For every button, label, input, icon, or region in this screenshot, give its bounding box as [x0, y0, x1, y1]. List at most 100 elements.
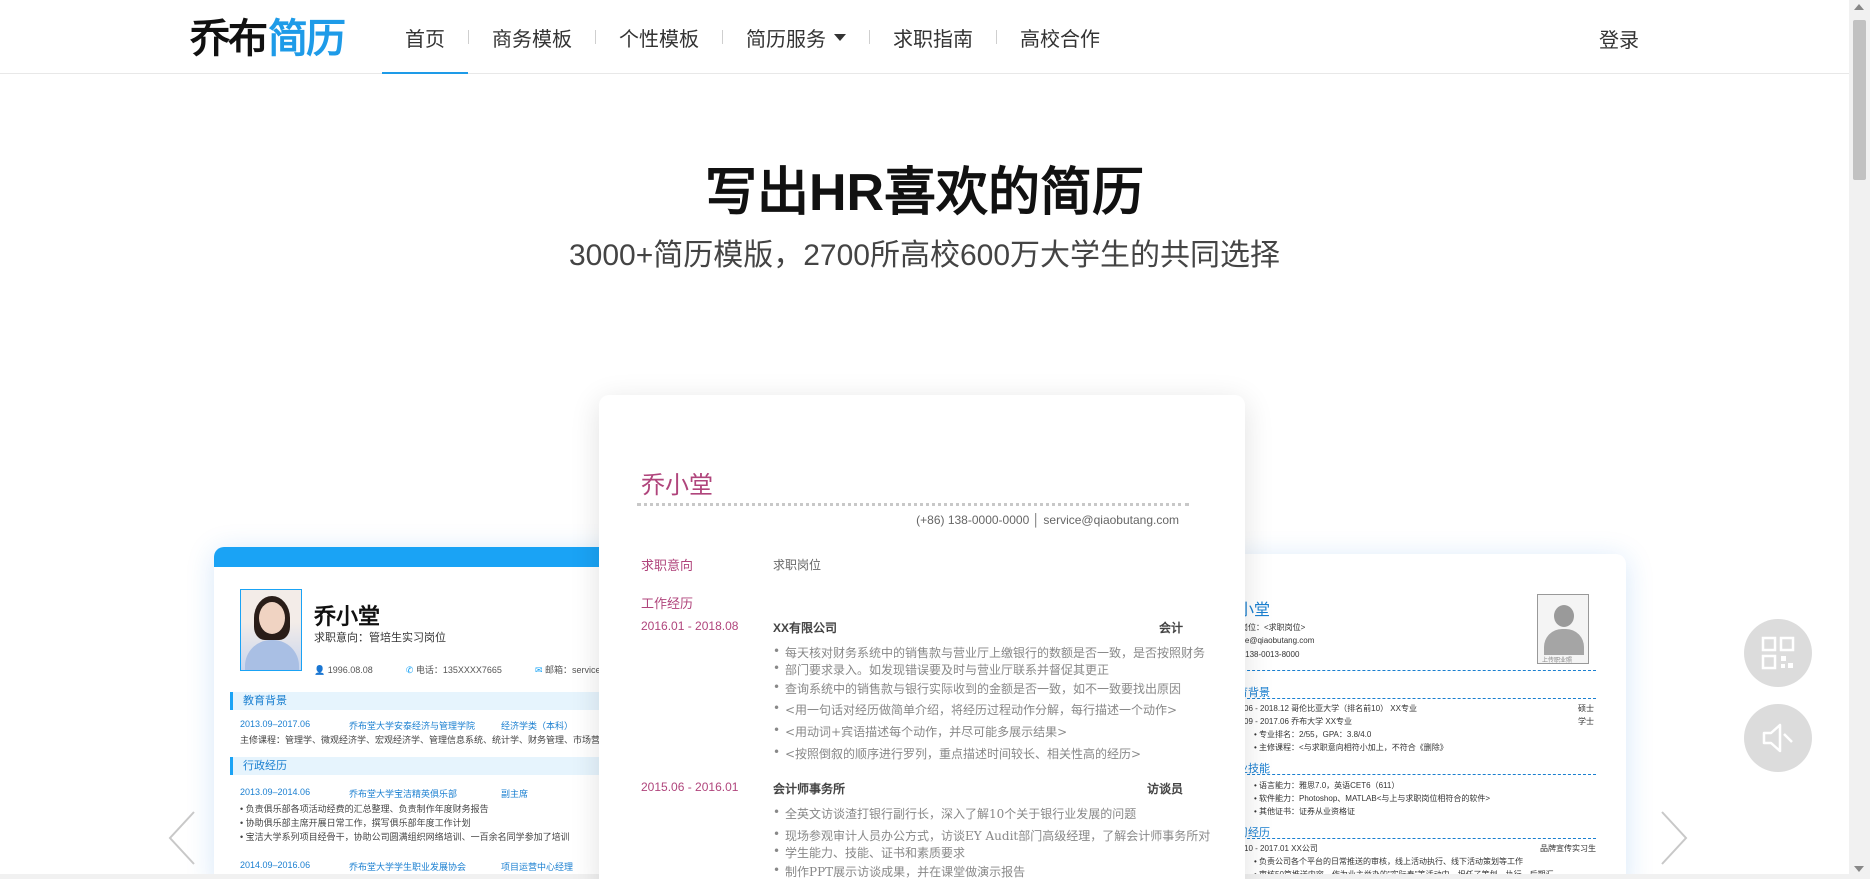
login-link[interactable]: 登录: [1599, 24, 1639, 53]
main-nav: 首页 商务模板 个性模板 简历服务 求职指南 高校合作: [382, 0, 1123, 74]
job-bullet: 现场参观审计人员办公方式，访谈EY Audit部门高级经理，了解会计师事务所对: [773, 827, 1210, 844]
section-admin: 行政经历: [230, 757, 630, 775]
edu-row: 2013.09 - 2017.06 乔布大学 XX专业: [1230, 717, 1353, 726]
job-bullet: 查询系统中的销售款与银行实际收到的金额是否一致，如不一致要找出原因: [773, 680, 1181, 697]
photo-caption: 上传职业照: [1542, 658, 1573, 664]
intent-label: 求职意向: [641, 558, 694, 573]
resume-contact: 👤 1996.08.08 ✆ 电话：135XXXX7665 ✉ 邮箱：servi…: [314, 663, 634, 676]
job-role: 会计: [1158, 621, 1183, 635]
skill-bullet: • 软件能力：Photoshop、MATLAB<与上与求职岗位相符合的软件>: [1254, 794, 1491, 803]
resume-name: 乔小堂: [314, 604, 381, 629]
hero-subtitle: 3000+简历模版，2700所高校600万大学生的共同选择: [568, 239, 1281, 272]
vertical-scrollbar[interactable]: [1849, 0, 1870, 879]
admin-bullet: • 宝洁大学系列项目经骨干，协助公司圆满组织网络培训、一百余名同学参加了培训: [240, 832, 570, 842]
admin-role: 副主席: [501, 789, 529, 799]
birth-date: 1996.08.08: [327, 665, 373, 675]
nav-item-university-cooperation[interactable]: 高校合作: [997, 0, 1123, 74]
speaker-muted-icon: [1762, 723, 1793, 753]
qr-code-icon: [1761, 636, 1795, 670]
caret-down-icon: [834, 33, 846, 41]
job-bullet: <用一句话对经历做简单介绍，将经历过程动作分解，每行描述一个动作>: [773, 701, 1177, 718]
edu-degree: 硕士: [1578, 704, 1594, 713]
scrollbar-thumb[interactable]: [1853, 20, 1866, 180]
admin-org: 乔布堂大学宝洁精英俱乐部: [349, 789, 458, 799]
qr-code-button[interactable]: [1744, 619, 1812, 687]
skill-bullet: • 其他证书：证券从业资格证: [1254, 807, 1356, 816]
job-company: 会计师事务所: [773, 782, 846, 796]
site-logo[interactable]: 乔布 简历: [190, 12, 346, 62]
edu-degree: 学士: [1578, 717, 1594, 726]
intent-value: 求职岗位: [773, 558, 822, 572]
nav-item-personal-templates[interactable]: 个性模板: [596, 0, 722, 74]
nav-label: 首页: [405, 28, 445, 51]
scroll-down-arrow-icon[interactable]: [1854, 866, 1864, 872]
dotted-divider: [637, 503, 1189, 506]
skill-bullet: • 语言能力：雅思7.0，英语CET6（611）: [1254, 781, 1400, 790]
nav-label: 商务模板: [492, 28, 572, 51]
card-top-bar: [214, 547, 634, 567]
user-icon: 👤: [314, 665, 326, 675]
job-bullet: 全英文访谈渣打银行副行长，深入了解10个关于银行业发展的问题: [773, 805, 1136, 822]
chevron-left-icon: [168, 811, 195, 865]
job-bullet: 每天核对财务系统中的销售款与营业厅上缴银行的数额是否一致，是否按照财务: [773, 644, 1205, 661]
mail-icon: ✉: [534, 665, 543, 675]
job-period: 2016.01 - 2018.08: [641, 619, 739, 633]
carousel-next-arrow[interactable]: [1652, 808, 1692, 868]
section-divider: [1230, 670, 1596, 671]
phone-text: 电话：135XXXX7665: [415, 665, 502, 675]
job-bullet: 制作PPT展示访谈成果，并在课堂做演示报告: [773, 863, 1025, 879]
nav-label: 个性模板: [619, 28, 699, 51]
nav-item-job-guide[interactable]: 求职指南: [870, 0, 996, 74]
edu-row: 2017.06 - 2018.12 哥伦比亚大学（排名前10） XX专业: [1230, 704, 1417, 713]
admin-bullet: • 协助俱乐部主席开展日常工作，撰写俱乐部年度工作计划: [240, 818, 471, 828]
job-role: 访谈员: [1146, 782, 1183, 796]
nav-item-business-templates[interactable]: 商务模板: [469, 0, 595, 74]
edu-bullet: • 专业排名：2/55，GPA：3.8/4.0: [1254, 730, 1372, 739]
job-bullet: <按照倒叙的顺序进行罗列，重点描述时间较长、相关性高的经历>: [773, 745, 1141, 762]
hero-title: 写出HR喜欢的简历: [704, 164, 1145, 222]
edu-degree: 经济学类（本科）: [501, 721, 574, 731]
admin2-role: 项目运营中心经理: [501, 862, 574, 872]
resume-template-card-right[interactable]: 乔小堂 求职岗位：<求职岗位> service@qiaobutang.com (…: [1230, 554, 1626, 879]
nav-label: 求职指南: [893, 28, 973, 51]
carousel-prev-arrow[interactable]: [164, 808, 204, 868]
site-header: 乔布 简历 首页 商务模板 个性模板 简历服务 求职指南 高校合作 登录: [0, 0, 1849, 74]
resume-contact: (+86) 138-0000-0000 │ service@qiaobutang…: [916, 513, 1179, 527]
sound-toggle-button[interactable]: [1744, 704, 1812, 772]
logo-text-part2: 简历: [268, 15, 346, 62]
job-bullet-cont: 学生能力、技能、证书和素质要求: [773, 844, 965, 861]
logo-text-part1: 乔布: [190, 15, 268, 62]
section-education: 教育背景: [230, 692, 630, 710]
admin-bullet: • 负责俱乐部各项活动经费的汇总整理、负责制作年度财务报告: [240, 804, 489, 814]
nav-label: 高校合作: [1020, 28, 1100, 51]
job-bullet: <用动词+宾语描述每个动作，并尽可能多展示结果>: [773, 723, 1067, 740]
edu-school: 乔布堂大学安泰经济与管理学院: [349, 721, 476, 731]
admin2-period: 2014.09–2016.06: [240, 860, 311, 870]
resume-template-card-left[interactable]: 乔小堂 求职意向：管培生实习岗位 👤 1996.08.08 ✆ 电话：135XX…: [214, 547, 634, 879]
section-divider: [1230, 838, 1596, 839]
nav-item-home[interactable]: 首页: [382, 0, 468, 74]
job-period: 2015.06 - 2016.01: [641, 780, 739, 794]
resume-intent: 求职意向：管培生实习岗位: [314, 632, 446, 644]
edu-period: 2013.09–2017.06: [240, 719, 311, 729]
chevron-right-icon: [1661, 811, 1688, 865]
section-divider: [1230, 774, 1596, 775]
nav-item-resume-services[interactable]: 简历服务: [723, 0, 869, 74]
job-company: XX有限公司: [773, 621, 838, 635]
admin2-org: 乔布堂大学学生职业发展协会: [349, 862, 467, 872]
intern-bullet: • 负责公司各个平台的日常推送的审核，线上活动执行、线下活动策划等工作: [1254, 857, 1524, 866]
edu-courses: 主修课程：管理学、微观经济学、宏观经济学、管理信息系统、统计学、财务管理、市场营…: [240, 735, 628, 745]
resume-photo: [240, 589, 302, 671]
section-divider: [1230, 698, 1596, 699]
admin-period: 2013.09–2014.06: [240, 787, 311, 797]
work-label: 工作经历: [641, 596, 694, 611]
scroll-up-arrow-icon[interactable]: [1854, 4, 1864, 10]
intern-role: 品牌宣传实习生: [1540, 844, 1596, 853]
phone-icon: ✆: [405, 665, 414, 675]
job-bullet-cont: 部门要求录入。如发现错误要及时与营业厅联系并督促其更正: [773, 661, 1109, 678]
resume-name: 乔小堂: [641, 471, 713, 499]
nav-label: 简历服务: [746, 28, 826, 51]
edu-bullet: • 主修课程：<与求职意向相符小加上，不符合《删除》: [1254, 743, 1448, 752]
resume-template-card-center[interactable]: 乔小堂 (+86) 138-0000-0000 │ service@qiaobu…: [599, 395, 1245, 879]
resume-photo-placeholder: 上传职业照: [1537, 594, 1589, 664]
